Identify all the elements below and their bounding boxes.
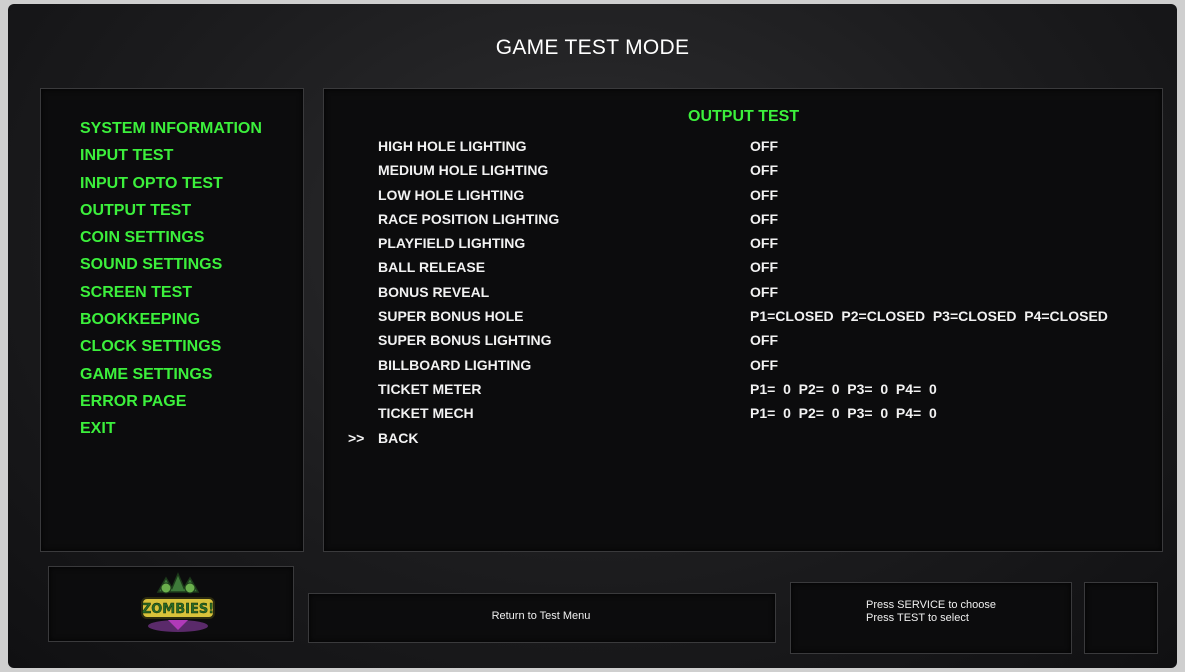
test-menu: SYSTEM INFORMATION INPUT TEST INPUT OPTO…	[80, 118, 262, 446]
row-label: PLAYFIELD LIGHTING	[378, 235, 526, 252]
back-label: BACK	[378, 429, 419, 446]
row-label: LOW HOLE LIGHTING	[378, 186, 525, 203]
help-line-test: Press TEST to select	[866, 612, 969, 624]
menu-item-clock-settings[interactable]: CLOCK SETTINGS	[80, 336, 262, 363]
row-value: P1=CLOSED P2=CLOSED P3=CLOSED P4=CLOSED	[750, 308, 1108, 325]
row-value: P1= 0 P2= 0 P3= 0 P4= 0	[750, 380, 937, 397]
menu-item-input-opto-test[interactable]: INPUT OPTO TEST	[80, 173, 262, 200]
row-value: OFF	[750, 259, 778, 276]
page-title: GAME TEST MODE	[495, 36, 690, 59]
row-value: OFF	[750, 162, 778, 179]
menu-item-output-test[interactable]: OUTPUT TEST	[80, 200, 262, 227]
row-value: OFF	[750, 186, 778, 203]
row-value: OFF	[750, 283, 778, 300]
selection-cursor: >>	[348, 429, 365, 446]
menu-item-bookkeeping[interactable]: BOOKKEEPING	[80, 309, 262, 336]
row-value: OFF	[750, 332, 778, 349]
help-line-service: Press SERVICE to choose	[866, 599, 997, 611]
row-value: OFF	[750, 138, 778, 154]
menu-item-sound-settings[interactable]: SOUND SETTINGS	[80, 254, 262, 281]
row-value: OFF	[750, 210, 778, 227]
svg-text:ZOMBIES!: ZOMBIES!	[142, 602, 214, 617]
section-title: OUTPUT TEST	[688, 108, 800, 125]
row-value: OFF	[750, 235, 778, 252]
row-label: BALL RELEASE	[378, 259, 486, 276]
menu-item-screen-test[interactable]: SCREEN TEST	[80, 282, 262, 309]
menu-item-error-page[interactable]: ERROR PAGE	[80, 391, 262, 418]
row-label: MEDIUM HOLE LIGHTING	[378, 162, 549, 179]
blank-panel	[1084, 582, 1158, 654]
row-label: BILLBOARD LIGHTING	[378, 356, 532, 373]
row-label: TICKET METER	[378, 380, 482, 397]
row-label: TICKET MECH	[378, 405, 474, 422]
row-label: HIGH HOLE LIGHTING	[378, 138, 527, 154]
zombies-logo: ZOMBIES!	[141, 572, 215, 632]
menu-item-game-settings[interactable]: GAME SETTINGS	[80, 364, 262, 391]
menu-item-coin-settings[interactable]: COIN SETTINGS	[80, 227, 262, 254]
hint-return-to-menu: Return to Test Menu	[491, 610, 591, 622]
row-label: RACE POSITION LIGHTING	[378, 210, 560, 227]
row-label: SUPER BONUS LIGHTING	[378, 332, 552, 349]
row-value: OFF	[750, 356, 778, 373]
menu-item-system-information[interactable]: SYSTEM INFORMATION	[80, 118, 262, 145]
row-label: SUPER BONUS HOLE	[378, 308, 524, 325]
menu-item-exit[interactable]: EXIT	[80, 418, 262, 445]
help-instructions: Press SERVICE to choose Press TEST to se…	[866, 599, 996, 625]
menu-item-input-test[interactable]: INPUT TEST	[80, 145, 262, 172]
row-value: P1= 0 P2= 0 P3= 0 P4= 0	[750, 405, 937, 422]
row-label: BONUS REVEAL	[378, 283, 490, 300]
